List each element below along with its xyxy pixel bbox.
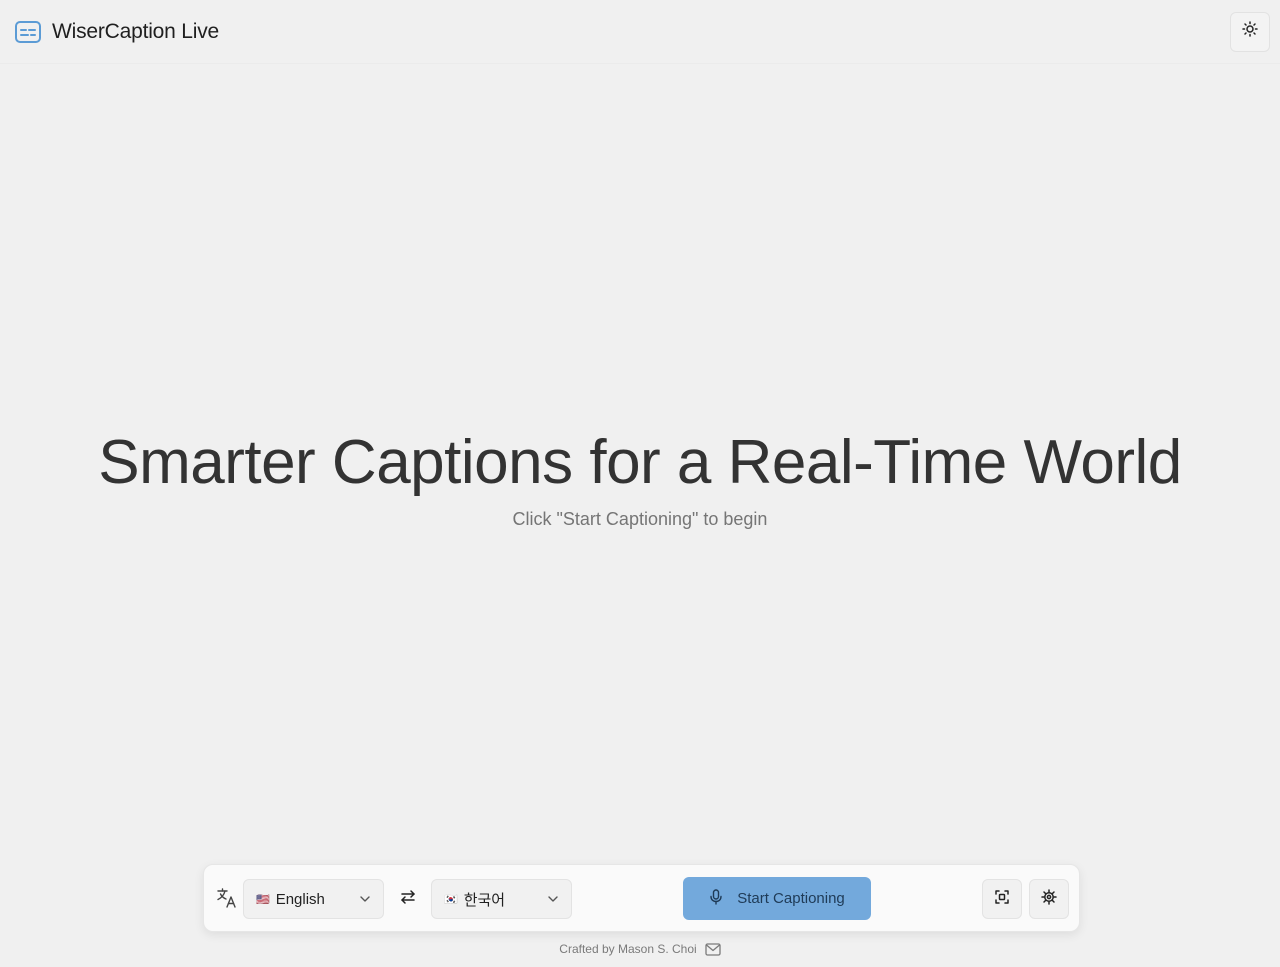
app-root: WiserCaption Live Smarter Captions for a… [0,0,1280,967]
gear-icon [1041,888,1057,910]
footer: Crafted by Mason S. Choi [0,940,1280,958]
top-bar: WiserCaption Live [0,0,1280,64]
start-captioning-button[interactable]: Start Captioning [683,877,871,920]
footer-credit: Crafted by Mason S. Choi [559,942,697,956]
settings-button[interactable] [1029,879,1069,919]
translate-icon [216,887,238,909]
hero-title: Smarter Captions for a Real-Time World [98,428,1182,497]
swap-languages-button[interactable] [396,887,420,911]
source-language-select[interactable]: 🇺🇸 English [243,879,384,919]
app-title: WiserCaption Live [52,19,219,43]
fullscreen-icon [994,889,1010,910]
chevron-down-icon [547,893,559,905]
target-language-select[interactable]: 🇰🇷 한국어 [431,879,572,919]
source-language-label: English [275,890,325,908]
captions-icon [14,20,42,44]
hero-subtitle: Click "Start Captioning" to begin [512,509,768,529]
chevron-down-icon [359,893,371,905]
target-language-label: 한국어 [463,891,506,909]
theme-toggle-button[interactable] [1230,11,1270,52]
microphone-icon [709,888,723,909]
sun-icon [1242,21,1258,42]
us-flag-icon: 🇺🇸 [256,893,270,906]
control-bar: 🇺🇸 English 🇰🇷 한국어 Start Captioning [203,864,1080,932]
fullscreen-button[interactable] [982,879,1022,919]
start-captioning-label: Start Captioning [737,890,845,907]
hero: Smarter Captions for a Real-Time World C… [0,425,1280,530]
mail-icon[interactable] [705,942,721,956]
swap-arrows-icon [400,889,416,910]
brand: WiserCaption Live [14,20,219,44]
kr-flag-icon: 🇰🇷 [444,893,458,906]
